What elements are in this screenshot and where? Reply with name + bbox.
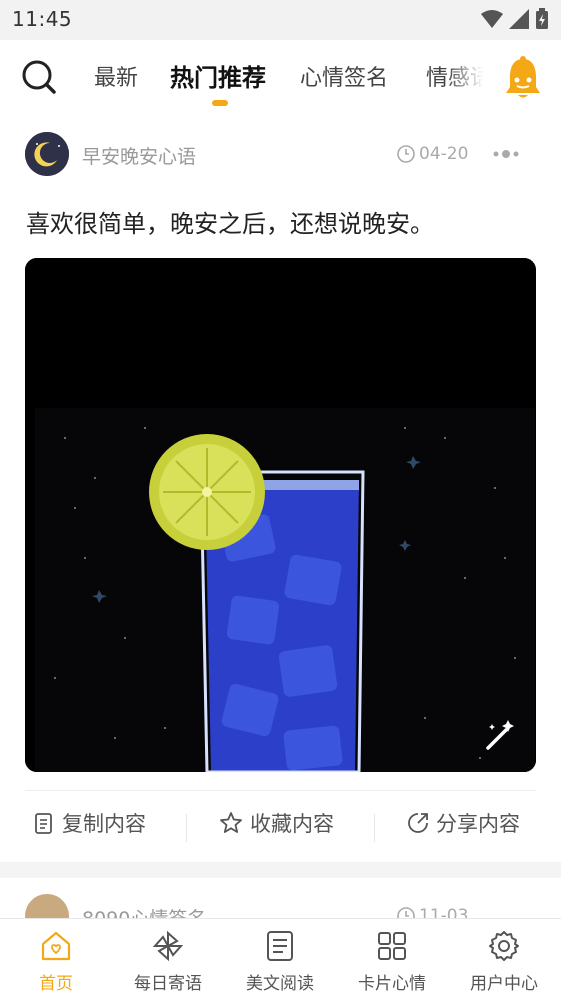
action-separator — [374, 814, 375, 842]
home-icon — [41, 931, 71, 961]
moon-avatar-icon — [25, 132, 69, 176]
share-content-label: 分享内容 — [436, 812, 520, 836]
author-name[interactable]: 早安晚安心语 — [82, 142, 196, 169]
nav-card-mood-label: 卡片心情 — [358, 974, 426, 994]
copy-icon — [35, 813, 52, 834]
actions-divider — [25, 790, 536, 791]
share-icon — [408, 813, 428, 833]
tab-latest[interactable]: 最新 — [94, 60, 138, 92]
post-image[interactable] — [25, 258, 536, 772]
nav-home[interactable]: 首页 — [0, 929, 112, 994]
status-time: 11:45 — [12, 7, 73, 31]
nav-daily-message-label: 每日寄语 — [134, 974, 202, 994]
next-post-date-text: 11-03 — [419, 906, 469, 918]
post-text[interactable]: 喜欢很简单，晚安之后，还想说晚安。 — [26, 204, 434, 239]
status-icons — [481, 8, 549, 30]
next-post-date: 11-03 — [396, 906, 468, 918]
top-nav: 最新 热门推荐 心情签名 情感语 — [0, 40, 561, 116]
post-actions: 复制内容 收藏内容 分享内容 — [0, 808, 561, 848]
clock-icon — [397, 145, 415, 163]
nav-home-label: 首页 — [39, 974, 73, 994]
article-icon — [267, 931, 293, 961]
nav-article-reading[interactable]: 美文阅读 — [224, 929, 336, 994]
nav-card-mood[interactable]: 卡片心情 — [336, 929, 448, 994]
category-tabs: 最新 热门推荐 心情签名 情感语 — [90, 40, 483, 116]
post-date: 04-20 — [396, 144, 468, 164]
nav-article-reading-label: 美文阅读 — [246, 974, 314, 994]
tab-hot-recommend[interactable]: 热门推荐 — [170, 58, 266, 93]
status-bar: 11:45 — [0, 0, 561, 40]
post-card[interactable]: 早安晚安心语 04-20 喜欢很简单，晚安之后，还想说晚安。 复制内容 收藏内容… — [0, 118, 561, 862]
copy-content-button[interactable]: 复制内容 — [32, 808, 146, 838]
more-options-icon[interactable] — [492, 148, 520, 160]
magic-wand-icon[interactable] — [482, 718, 516, 752]
next-post-card[interactable]: 8090心情签名 11-03 — [0, 878, 561, 918]
star-icon — [220, 812, 242, 833]
author-avatar[interactable] — [25, 132, 69, 176]
grid-icon — [378, 932, 406, 960]
favorite-content-button[interactable]: 收藏内容 — [218, 808, 334, 838]
signal-icon — [509, 9, 529, 29]
blue-drink-illustration — [25, 258, 536, 772]
nav-daily-message[interactable]: 每日寄语 — [112, 929, 224, 994]
nav-user-center-label: 用户中心 — [470, 974, 538, 994]
battery-icon — [536, 8, 548, 29]
pinwheel-icon — [152, 930, 184, 962]
tabs-fade — [447, 40, 483, 116]
clock-icon — [397, 907, 415, 918]
wifi-icon — [481, 10, 503, 28]
next-author-avatar[interactable] — [25, 894, 69, 918]
nav-user-center[interactable]: 用户中心 — [448, 929, 560, 994]
share-content-button[interactable]: 分享内容 — [406, 808, 520, 838]
favorite-content-label: 收藏内容 — [250, 812, 334, 836]
post-date-text: 04-20 — [419, 144, 469, 164]
search-icon[interactable] — [20, 58, 58, 96]
copy-content-label: 复制内容 — [62, 812, 146, 836]
active-tab-indicator — [212, 100, 228, 106]
notification-bell-icon[interactable] — [503, 55, 543, 99]
bottom-nav: 首页 每日寄语 美文阅读 卡片心情 用户中心 — [0, 918, 561, 1000]
card-gap — [0, 862, 561, 878]
tab-mood-signature[interactable]: 心情签名 — [300, 60, 388, 92]
settings-gear-icon — [489, 931, 519, 961]
next-author-name[interactable]: 8090心情签名 — [82, 904, 206, 918]
action-separator — [186, 814, 187, 842]
